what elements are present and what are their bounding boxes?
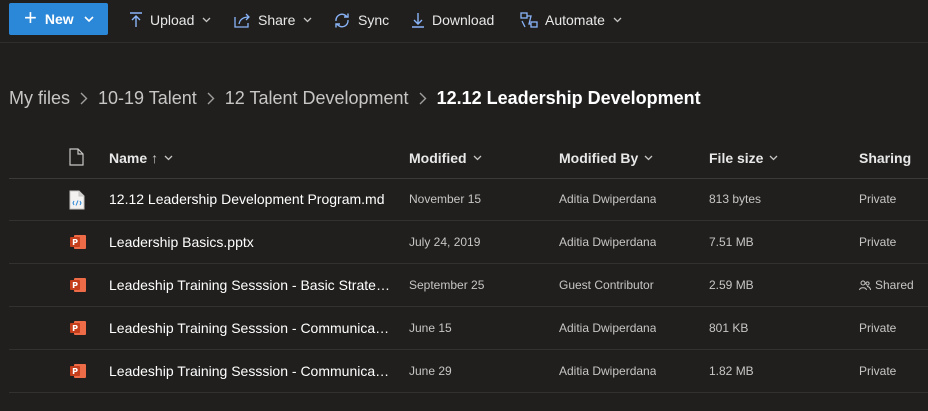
- column-sharing-label: Sharing: [859, 149, 912, 166]
- file-list-header: Name ↑ Modified Modified By File size Sh…: [9, 137, 928, 179]
- file-modified-by: Guest Contributor: [559, 278, 654, 292]
- file-modified: June 29: [409, 364, 452, 378]
- file-modified-by: Aditia Dwiperdana: [559, 364, 657, 378]
- file-sharing: Private: [859, 364, 897, 378]
- chevron-down-icon: [84, 16, 94, 22]
- sort-ascending-icon: ↑: [151, 149, 159, 166]
- column-modified-label: Modified: [409, 149, 467, 166]
- file-name[interactable]: Leadership Basics.pptx: [109, 221, 391, 263]
- automate-button[interactable]: Automate: [520, 0, 622, 40]
- new-button-label: New: [44, 11, 74, 27]
- file-name[interactable]: Leadeship Training Sesssion - Communicat…: [109, 307, 391, 349]
- powerpoint-file-icon: P: [69, 362, 87, 382]
- file-sharing: Shared: [875, 278, 914, 292]
- chevron-down-icon: [164, 155, 173, 161]
- svg-text:P: P: [72, 324, 78, 333]
- column-file-size-label: File size: [709, 149, 764, 166]
- file-sharing: Private: [859, 192, 897, 206]
- download-button[interactable]: Download: [411, 0, 494, 40]
- automate-icon: [520, 12, 538, 28]
- new-button[interactable]: + New: [9, 3, 108, 35]
- sync-icon: [333, 13, 351, 28]
- svg-text:P: P: [72, 281, 78, 290]
- column-header-file-size[interactable]: File size: [709, 137, 778, 178]
- breadcrumb-10-19-talent[interactable]: 10-19 Talent: [98, 88, 197, 109]
- column-name-label: Name: [109, 149, 148, 166]
- file-size: 2.59 MB: [709, 278, 754, 292]
- download-label: Download: [432, 12, 495, 28]
- people-icon: [859, 280, 871, 291]
- column-modified-by-label: Modified By: [559, 149, 639, 166]
- file-type-icon[interactable]: [69, 148, 84, 171]
- download-icon: [411, 12, 425, 28]
- svg-text:P: P: [72, 238, 78, 247]
- table-row[interactable]: P Leadeship Training Sesssion - Basic St…: [9, 264, 928, 307]
- file-name[interactable]: Leadeship Training Sesssion - Communicat…: [109, 350, 391, 392]
- breadcrumb-current-folder: 12.12 Leadership Development: [436, 87, 701, 108]
- markdown-file-icon: [69, 190, 87, 210]
- column-header-sharing[interactable]: Sharing: [859, 137, 911, 178]
- file-modified-by: Aditia Dwiperdana: [559, 235, 657, 249]
- file-size: 7.51 MB: [709, 235, 754, 249]
- chevron-down-icon: [769, 155, 778, 161]
- file-modified-by: Aditia Dwiperdana: [559, 321, 657, 335]
- breadcrumb-my-files[interactable]: My files: [9, 88, 70, 109]
- file-sharing-shared[interactable]: Shared: [859, 264, 914, 306]
- file-sharing: Private: [859, 321, 897, 335]
- command-bar: + New Upload Share Sync Download Automat…: [0, 0, 928, 43]
- file-size: 1.82 MB: [709, 364, 754, 378]
- sync-button[interactable]: Sync: [333, 0, 389, 40]
- file-size: 801 KB: [709, 321, 749, 335]
- upload-label: Upload: [150, 12, 195, 28]
- chevron-down-icon: [613, 17, 622, 23]
- chevron-down-icon: [644, 155, 653, 161]
- breadcrumb: My files 10-19 Talent 12 Talent Developm…: [9, 84, 701, 112]
- chevron-right-icon: [80, 92, 88, 105]
- chevron-down-icon: [202, 17, 211, 23]
- breadcrumb-12-talent-development[interactable]: 12 Talent Development: [225, 88, 409, 109]
- chevron-down-icon: [473, 155, 482, 161]
- table-row[interactable]: P Leadeship Training Sesssion - Communic…: [9, 350, 928, 393]
- chevron-down-icon: [303, 17, 312, 23]
- chevron-right-icon: [207, 92, 215, 105]
- share-label: Share: [258, 12, 296, 28]
- file-modified-by: Aditia Dwiperdana: [559, 192, 657, 206]
- sync-label: Sync: [358, 12, 390, 28]
- file-modified: September 25: [409, 278, 485, 292]
- share-button[interactable]: Share: [234, 0, 312, 40]
- table-row[interactable]: P Leadeship Training Sesssion - Communic…: [9, 307, 928, 350]
- upload-icon: [129, 12, 143, 28]
- file-name[interactable]: 12.12 Leadership Development Program.md: [109, 178, 391, 220]
- table-row[interactable]: P Leadership Basics.pptx July 24, 2019 A…: [9, 221, 928, 264]
- column-header-modified[interactable]: Modified: [409, 137, 482, 178]
- table-row[interactable]: 12.12 Leadership Development Program.md …: [9, 178, 928, 221]
- column-header-name[interactable]: Name ↑: [109, 137, 173, 178]
- chevron-right-icon: [419, 92, 427, 105]
- svg-text:P: P: [72, 367, 78, 376]
- file-modified: November 15: [409, 192, 482, 206]
- powerpoint-file-icon: P: [69, 319, 87, 339]
- share-icon: [234, 13, 251, 28]
- file-modified: June 15: [409, 321, 452, 335]
- column-header-modified-by[interactable]: Modified By: [559, 137, 653, 178]
- powerpoint-file-icon: P: [69, 233, 87, 253]
- automate-label: Automate: [545, 12, 605, 28]
- upload-button[interactable]: Upload: [129, 0, 211, 40]
- file-name[interactable]: Leadeship Training Sesssion - Basic Stra…: [109, 264, 391, 306]
- powerpoint-file-icon: P: [69, 276, 87, 296]
- file-modified: July 24, 2019: [409, 235, 481, 249]
- file-size: 813 bytes: [709, 192, 762, 206]
- plus-icon: +: [24, 5, 37, 30]
- file-sharing: Private: [859, 235, 897, 249]
